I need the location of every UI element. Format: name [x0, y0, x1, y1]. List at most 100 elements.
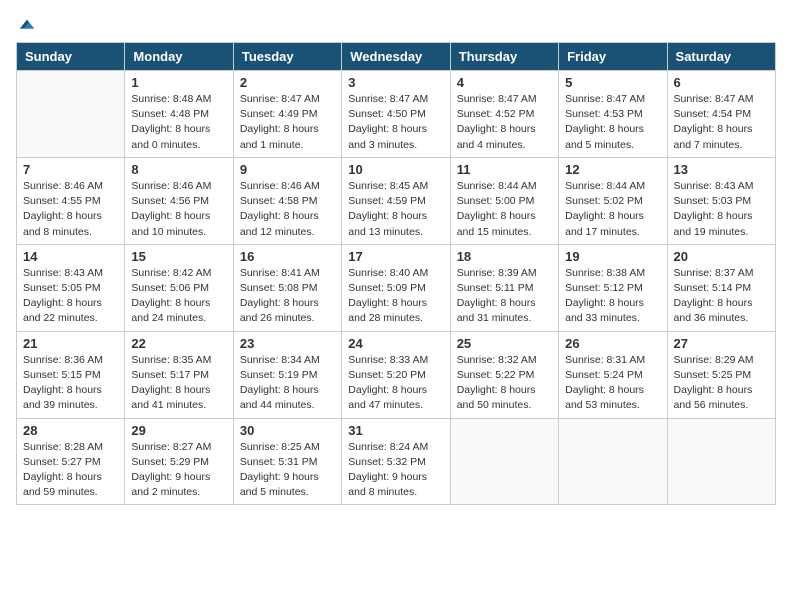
cell-content: Sunrise: 8:29 AM Sunset: 5:25 PM Dayligh…: [674, 353, 769, 414]
sunrise: Sunrise: 8:41 AM: [240, 267, 320, 279]
daylight: Daylight: 8 hours and 24 minutes.: [131, 297, 210, 324]
sunrise: Sunrise: 8:28 AM: [23, 441, 103, 453]
calendar-cell: 2 Sunrise: 8:47 AM Sunset: 4:49 PM Dayli…: [233, 71, 341, 158]
day-number: 16: [240, 249, 335, 264]
sunset: Sunset: 4:55 PM: [23, 195, 101, 207]
calendar-week-row: 21 Sunrise: 8:36 AM Sunset: 5:15 PM Dayl…: [17, 331, 776, 418]
sunrise: Sunrise: 8:46 AM: [131, 180, 211, 192]
daylight: Daylight: 8 hours and 53 minutes.: [565, 384, 644, 411]
daylight: Daylight: 9 hours and 8 minutes.: [348, 471, 427, 498]
sunset: Sunset: 5:17 PM: [131, 369, 209, 381]
day-number: 29: [131, 423, 226, 438]
cell-content: Sunrise: 8:36 AM Sunset: 5:15 PM Dayligh…: [23, 353, 118, 414]
calendar-cell: 25 Sunrise: 8:32 AM Sunset: 5:22 PM Dayl…: [450, 331, 558, 418]
day-number: 7: [23, 162, 118, 177]
sunset: Sunset: 4:54 PM: [674, 108, 752, 120]
sunset: Sunset: 5:06 PM: [131, 282, 209, 294]
day-number: 12: [565, 162, 660, 177]
calendar-cell: 28 Sunrise: 8:28 AM Sunset: 5:27 PM Dayl…: [17, 418, 125, 505]
sunrise: Sunrise: 8:47 AM: [565, 93, 645, 105]
daylight: Daylight: 8 hours and 3 minutes.: [348, 123, 427, 150]
cell-content: Sunrise: 8:39 AM Sunset: 5:11 PM Dayligh…: [457, 266, 552, 327]
sunset: Sunset: 5:00 PM: [457, 195, 535, 207]
calendar-cell: 7 Sunrise: 8:46 AM Sunset: 4:55 PM Dayli…: [17, 157, 125, 244]
daylight: Daylight: 8 hours and 56 minutes.: [674, 384, 753, 411]
weekday-header: Wednesday: [342, 43, 450, 71]
daylight: Daylight: 8 hours and 15 minutes.: [457, 210, 536, 237]
sunset: Sunset: 5:19 PM: [240, 369, 318, 381]
cell-content: Sunrise: 8:27 AM Sunset: 5:29 PM Dayligh…: [131, 440, 226, 501]
daylight: Daylight: 8 hours and 47 minutes.: [348, 384, 427, 411]
sunset: Sunset: 5:20 PM: [348, 369, 426, 381]
sunrise: Sunrise: 8:34 AM: [240, 354, 320, 366]
day-number: 31: [348, 423, 443, 438]
sunrise: Sunrise: 8:32 AM: [457, 354, 537, 366]
sunrise: Sunrise: 8:47 AM: [348, 93, 428, 105]
cell-content: Sunrise: 8:28 AM Sunset: 5:27 PM Dayligh…: [23, 440, 118, 501]
day-number: 20: [674, 249, 769, 264]
daylight: Daylight: 8 hours and 26 minutes.: [240, 297, 319, 324]
cell-content: Sunrise: 8:47 AM Sunset: 4:50 PM Dayligh…: [348, 92, 443, 153]
sunrise: Sunrise: 8:47 AM: [240, 93, 320, 105]
day-number: 21: [23, 336, 118, 351]
calendar-cell: [450, 418, 558, 505]
cell-content: Sunrise: 8:46 AM Sunset: 4:58 PM Dayligh…: [240, 179, 335, 240]
calendar-cell: 11 Sunrise: 8:44 AM Sunset: 5:00 PM Dayl…: [450, 157, 558, 244]
sunrise: Sunrise: 8:27 AM: [131, 441, 211, 453]
day-number: 25: [457, 336, 552, 351]
daylight: Daylight: 8 hours and 44 minutes.: [240, 384, 319, 411]
daylight: Daylight: 9 hours and 2 minutes.: [131, 471, 210, 498]
calendar-week-row: 7 Sunrise: 8:46 AM Sunset: 4:55 PM Dayli…: [17, 157, 776, 244]
daylight: Daylight: 8 hours and 28 minutes.: [348, 297, 427, 324]
sunrise: Sunrise: 8:40 AM: [348, 267, 428, 279]
sunrise: Sunrise: 8:44 AM: [565, 180, 645, 192]
cell-content: Sunrise: 8:25 AM Sunset: 5:31 PM Dayligh…: [240, 440, 335, 501]
sunset: Sunset: 5:09 PM: [348, 282, 426, 294]
sunrise: Sunrise: 8:24 AM: [348, 441, 428, 453]
calendar-cell: 29 Sunrise: 8:27 AM Sunset: 5:29 PM Dayl…: [125, 418, 233, 505]
cell-content: Sunrise: 8:47 AM Sunset: 4:52 PM Dayligh…: [457, 92, 552, 153]
calendar-cell: 14 Sunrise: 8:43 AM Sunset: 5:05 PM Dayl…: [17, 244, 125, 331]
sunrise: Sunrise: 8:37 AM: [674, 267, 754, 279]
cell-content: Sunrise: 8:43 AM Sunset: 5:03 PM Dayligh…: [674, 179, 769, 240]
day-number: 28: [23, 423, 118, 438]
calendar-cell: 5 Sunrise: 8:47 AM Sunset: 4:53 PM Dayli…: [559, 71, 667, 158]
sunset: Sunset: 5:24 PM: [565, 369, 643, 381]
day-number: 19: [565, 249, 660, 264]
daylight: Daylight: 8 hours and 8 minutes.: [23, 210, 102, 237]
calendar-cell: 24 Sunrise: 8:33 AM Sunset: 5:20 PM Dayl…: [342, 331, 450, 418]
calendar-cell: [667, 418, 775, 505]
sunset: Sunset: 4:59 PM: [348, 195, 426, 207]
calendar-cell: 23 Sunrise: 8:34 AM Sunset: 5:19 PM Dayl…: [233, 331, 341, 418]
day-number: 15: [131, 249, 226, 264]
cell-content: Sunrise: 8:38 AM Sunset: 5:12 PM Dayligh…: [565, 266, 660, 327]
daylight: Daylight: 8 hours and 13 minutes.: [348, 210, 427, 237]
sunset: Sunset: 4:53 PM: [565, 108, 643, 120]
day-number: 1: [131, 75, 226, 90]
calendar-cell: 26 Sunrise: 8:31 AM Sunset: 5:24 PM Dayl…: [559, 331, 667, 418]
daylight: Daylight: 8 hours and 4 minutes.: [457, 123, 536, 150]
day-number: 30: [240, 423, 335, 438]
logo-icon: [18, 16, 36, 34]
sunset: Sunset: 4:49 PM: [240, 108, 318, 120]
daylight: Daylight: 8 hours and 5 minutes.: [565, 123, 644, 150]
day-number: 26: [565, 336, 660, 351]
cell-content: Sunrise: 8:37 AM Sunset: 5:14 PM Dayligh…: [674, 266, 769, 327]
sunrise: Sunrise: 8:38 AM: [565, 267, 645, 279]
sunset: Sunset: 4:56 PM: [131, 195, 209, 207]
page-header: [16, 16, 776, 30]
calendar-cell: 27 Sunrise: 8:29 AM Sunset: 5:25 PM Dayl…: [667, 331, 775, 418]
calendar-cell: 6 Sunrise: 8:47 AM Sunset: 4:54 PM Dayli…: [667, 71, 775, 158]
sunrise: Sunrise: 8:35 AM: [131, 354, 211, 366]
day-number: 18: [457, 249, 552, 264]
cell-content: Sunrise: 8:43 AM Sunset: 5:05 PM Dayligh…: [23, 266, 118, 327]
calendar-cell: 16 Sunrise: 8:41 AM Sunset: 5:08 PM Dayl…: [233, 244, 341, 331]
sunset: Sunset: 5:32 PM: [348, 456, 426, 468]
sunset: Sunset: 5:03 PM: [674, 195, 752, 207]
sunrise: Sunrise: 8:47 AM: [674, 93, 754, 105]
day-number: 8: [131, 162, 226, 177]
sunset: Sunset: 5:15 PM: [23, 369, 101, 381]
calendar-cell: 8 Sunrise: 8:46 AM Sunset: 4:56 PM Dayli…: [125, 157, 233, 244]
cell-content: Sunrise: 8:32 AM Sunset: 5:22 PM Dayligh…: [457, 353, 552, 414]
sunset: Sunset: 5:11 PM: [457, 282, 534, 294]
